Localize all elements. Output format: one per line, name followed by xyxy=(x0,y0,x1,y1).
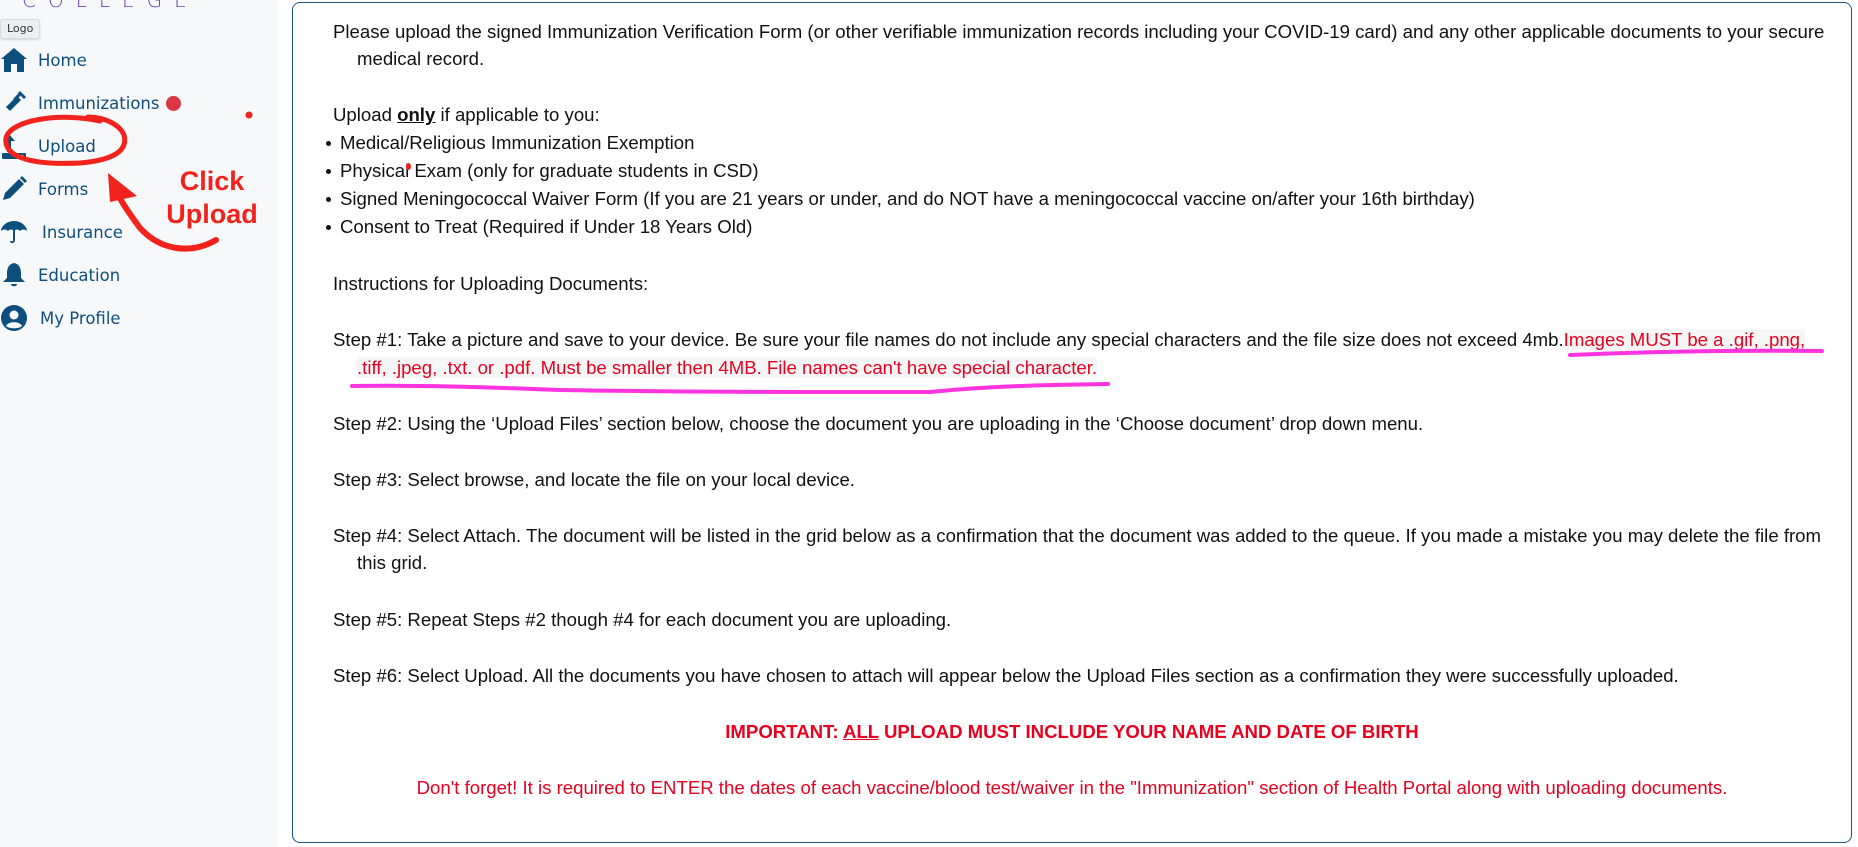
sidebar-item-label: My Profile xyxy=(40,308,121,328)
step-1-text: Step #1: Take a picture and save to your… xyxy=(333,329,1564,350)
instructions-heading: Instructions for Uploading Documents: xyxy=(333,273,649,294)
list-item: Medical/Religious Immunization Exemption xyxy=(325,132,695,154)
upload-only-emphasis: only xyxy=(397,104,436,125)
umbrella-icon xyxy=(0,218,28,246)
sidebar-item-label: Home xyxy=(38,50,87,70)
list-item-text: Physical Exam (only for graduate student… xyxy=(340,160,759,181)
callout-line-1: Click xyxy=(179,166,245,196)
reminder-notice: Don't forget! It is required to ENTER th… xyxy=(416,777,1728,798)
step-1-line-1: Step #1: Take a picture and save to your… xyxy=(333,329,1806,351)
step-2: Step #2: Using the ‘Upload Files’ sectio… xyxy=(333,413,1424,434)
upload-only-heading: Upload only if applicable to you: xyxy=(333,104,600,126)
intro-text-line-2: medical record. xyxy=(357,48,485,69)
step-3: Step #3: Select browse, and locate the f… xyxy=(333,469,855,490)
step-6: Step #6: Select Upload. All the document… xyxy=(333,665,1679,686)
step-4-line-2: this grid. xyxy=(357,552,428,573)
sidebar-item-immunizations[interactable]: Immunizations xyxy=(0,87,181,119)
list-item: Physical Exam (only for graduate student… xyxy=(326,160,759,182)
alert-badge xyxy=(165,95,181,111)
sidebar-item-insurance[interactable]: Insurance xyxy=(0,216,123,248)
list-item: Consent to Treat (Required if Under 18 Y… xyxy=(325,216,753,238)
important-emphasis: ALL xyxy=(843,721,879,742)
sidebar-item-label: Forms xyxy=(38,179,89,199)
step-4-line-1: Step #4: Select Attach. The document wil… xyxy=(333,525,1822,546)
syringe-icon xyxy=(0,89,28,117)
bell-icon xyxy=(0,261,28,289)
sidebar-item-forms[interactable]: Forms xyxy=(0,173,88,205)
logo-tooltip: Logo xyxy=(0,19,41,39)
important-prefix: IMPORTANT: xyxy=(725,721,844,742)
sidebar: COLLEGE Logo Home Immunizations Upload F… xyxy=(0,0,278,847)
important-notice: IMPORTANT: ALL UPLOAD MUST INCLUDE YOUR … xyxy=(292,721,1852,743)
intro-text-line-1: Please upload the signed Immunization Ve… xyxy=(333,21,1825,42)
important-suffix: UPLOAD MUST INCLUDE YOUR NAME AND DATE O… xyxy=(878,721,1419,742)
file-requirements-warning: Images MUST be a .gif, .png, xyxy=(1563,329,1806,350)
file-requirements-warning-cont: .tiff, .jpeg, .txt. or .pdf. Must be sma… xyxy=(357,357,1098,378)
step-1-line-2: .tiff, .jpeg, .txt. or .pdf. Must be sma… xyxy=(357,357,1098,379)
pencil-icon xyxy=(0,175,28,203)
sidebar-item-home[interactable]: Home xyxy=(0,44,87,76)
sidebar-item-my-profile[interactable]: My Profile xyxy=(0,302,121,334)
upload-icon xyxy=(0,132,28,160)
sidebar-item-education[interactable]: Education xyxy=(0,259,120,291)
list-item-text: Consent to Treat (Required if Under 18 Y… xyxy=(340,216,753,237)
sidebar-item-label: Education xyxy=(38,265,121,285)
click-upload-callout: Click Upload xyxy=(162,165,262,231)
sidebar-item-upload[interactable]: Upload xyxy=(0,130,96,162)
home-icon xyxy=(0,46,28,74)
user-circle-icon xyxy=(0,304,28,332)
list-item-text: Signed Meningococcal Waiver Form (If you… xyxy=(340,188,1475,209)
callout-line-2: Upload xyxy=(166,199,258,229)
upload-only-prefix: Upload xyxy=(333,104,398,125)
list-item-text: Medical/Religious Immunization Exemption xyxy=(340,132,695,153)
upload-only-suffix: if applicable to you: xyxy=(435,104,600,125)
list-item: Signed Meningococcal Waiver Form (If you… xyxy=(326,188,1475,210)
college-logo[interactable]: COLLEGE xyxy=(22,0,199,12)
sidebar-item-label: Immunizations xyxy=(38,93,160,113)
step-5: Step #5: Repeat Steps #2 though #4 for e… xyxy=(333,609,952,630)
sidebar-item-label: Insurance xyxy=(42,222,123,242)
sidebar-item-label: Upload xyxy=(38,136,96,156)
